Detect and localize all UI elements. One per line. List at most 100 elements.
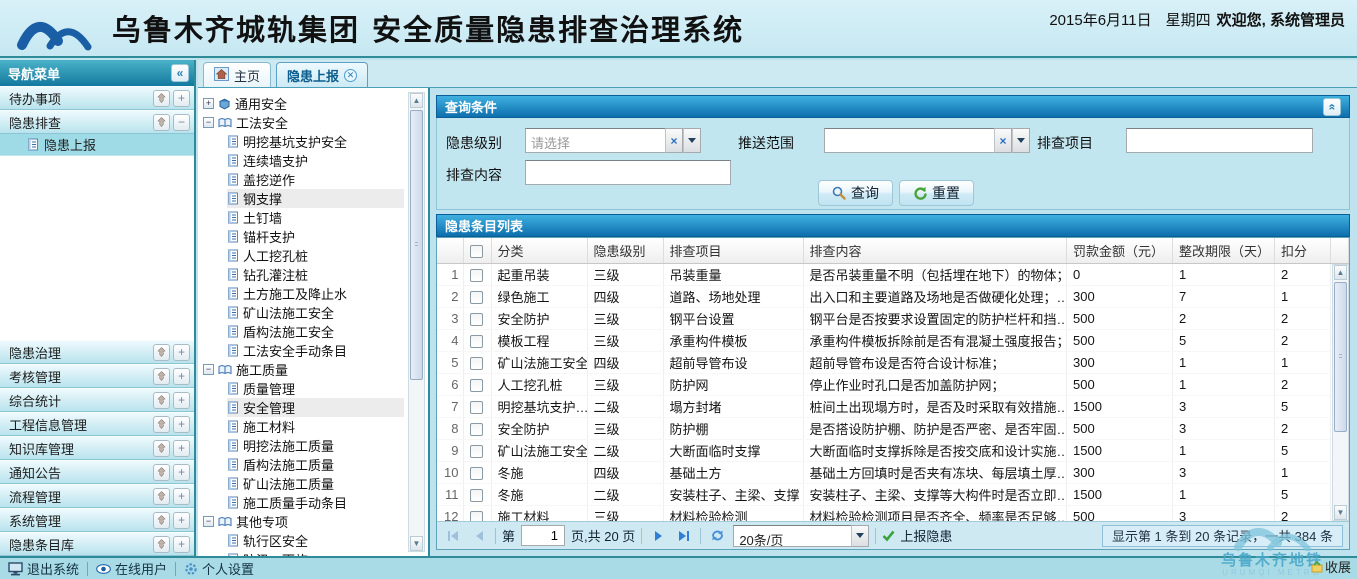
tree-item[interactable]: 人工挖孔桩 <box>227 246 404 265</box>
row-checkbox[interactable] <box>470 467 483 480</box>
tree-item[interactable]: 盾构法施工安全 <box>227 322 404 341</box>
panel-collapse-button[interactable]: « <box>1323 98 1341 116</box>
row-checkbox[interactable] <box>470 313 483 326</box>
close-icon[interactable]: ✕ <box>344 69 357 82</box>
tree-item[interactable]: 质量管理 <box>227 379 404 398</box>
sidebar-item[interactable]: 综合统计+ <box>0 388 194 412</box>
page-number-input[interactable] <box>521 525 565 546</box>
tab-hazard-report[interactable]: 隐患上报 ✕ <box>276 62 368 87</box>
sidebar-item[interactable]: 流程管理+ <box>0 484 194 508</box>
page-size-select[interactable]: 20条/页 <box>733 525 869 547</box>
tree-group[interactable]: +通用安全 <box>203 94 404 113</box>
level-combobox[interactable]: 请选择 × <box>525 128 701 153</box>
sidebar-item[interactable]: 知识库管理+ <box>0 436 194 460</box>
tree-item[interactable]: 土钉墙 <box>227 208 404 227</box>
row-checkbox[interactable] <box>470 511 483 521</box>
sidebar-subitem-hazard-report[interactable]: 隐患上报 <box>0 134 194 156</box>
pin-icon[interactable] <box>153 114 170 131</box>
pin-icon[interactable] <box>153 344 170 361</box>
clear-icon[interactable]: × <box>994 128 1012 153</box>
pin-icon[interactable] <box>153 464 170 481</box>
pin-icon[interactable] <box>153 416 170 433</box>
pin-icon[interactable] <box>153 536 170 553</box>
reset-button[interactable]: 重置 <box>899 180 974 206</box>
collapse-icon[interactable]: − <box>203 117 214 128</box>
row-checkbox[interactable] <box>470 269 483 282</box>
row-checkbox[interactable] <box>470 379 483 392</box>
tab-home[interactable]: 主页 <box>203 62 271 87</box>
row-checkbox[interactable] <box>470 423 483 436</box>
clear-icon[interactable]: × <box>665 128 683 153</box>
row-checkbox[interactable] <box>470 445 483 458</box>
expand-button[interactable]: + <box>173 464 190 481</box>
project-input[interactable] <box>1126 128 1313 153</box>
scroll-up-icon[interactable]: ▲ <box>1334 265 1347 280</box>
tree-item[interactable]: 土方施工及降止水 <box>227 284 404 303</box>
personal-settings-button[interactable]: 个人设置 <box>184 559 254 578</box>
expand-button[interactable]: + <box>173 512 190 529</box>
row-checkbox[interactable] <box>470 401 483 414</box>
pin-icon[interactable] <box>153 440 170 457</box>
pin-icon[interactable] <box>153 512 170 529</box>
tree-item[interactable]: 矿山法施工质量 <box>227 474 404 493</box>
sidebar-item[interactable]: 通知公告+ <box>0 460 194 484</box>
collapse-icon[interactable]: − <box>203 364 214 375</box>
push-scope-combobox[interactable]: × <box>824 128 1030 153</box>
sidebar-item-todo[interactable]: 待办事项 + <box>0 86 194 110</box>
row-checkbox[interactable] <box>470 489 483 502</box>
content-input[interactable] <box>525 160 731 185</box>
sidebar-item-hazard-check[interactable]: 隐患排查 − <box>0 110 194 134</box>
tree-item[interactable]: 盖挖逆作 <box>227 170 404 189</box>
push-scope-value[interactable] <box>824 128 994 153</box>
chevron-down-icon[interactable] <box>1012 128 1030 153</box>
scrollbar-thumb[interactable] <box>410 110 423 380</box>
collapse-expand-button[interactable]: 收展 <box>1311 557 1351 576</box>
tree-item[interactable]: 矿山法施工安全 <box>227 303 404 322</box>
scrollbar-thumb[interactable] <box>1334 282 1347 432</box>
scroll-down-icon[interactable]: ▼ <box>410 536 423 551</box>
tree-item[interactable]: 施工质量手动条目 <box>227 493 404 512</box>
first-page-button[interactable] <box>443 526 463 546</box>
sidebar-item[interactable]: 考核管理+ <box>0 364 194 388</box>
prev-page-button[interactable] <box>469 526 489 546</box>
expand-button[interactable]: + <box>173 488 190 505</box>
pin-icon[interactable] <box>153 368 170 385</box>
pin-icon[interactable] <box>153 392 170 409</box>
expand-button[interactable]: + <box>173 392 190 409</box>
tree-item[interactable]: 工法安全手动条目 <box>227 341 404 360</box>
sidebar-item[interactable]: 工程信息管理+ <box>0 412 194 436</box>
row-checkbox[interactable] <box>470 291 483 304</box>
expand-button[interactable]: + <box>173 416 190 433</box>
collapse-button[interactable]: − <box>173 114 190 131</box>
expand-button[interactable]: + <box>173 368 190 385</box>
scroll-down-icon[interactable]: ▼ <box>1334 505 1347 520</box>
tree-item[interactable]: 连续墙支护 <box>227 151 404 170</box>
refresh-icon[interactable] <box>707 526 727 546</box>
sidebar-item[interactable]: 隐患条目库+ <box>0 532 194 556</box>
collapse-icon[interactable]: − <box>203 516 214 527</box>
tree-scrollbar[interactable]: ▲ ▼ <box>408 92 425 552</box>
tree-item[interactable]: 轨行区安全 <box>227 531 404 550</box>
row-checkbox[interactable] <box>470 335 483 348</box>
online-users-button[interactable]: 在线用户 <box>96 559 167 578</box>
select-all-checkbox[interactable] <box>470 245 483 258</box>
pin-icon[interactable] <box>153 90 170 107</box>
level-value[interactable]: 请选择 <box>525 128 665 153</box>
next-page-button[interactable] <box>648 526 668 546</box>
expand-button[interactable]: + <box>173 536 190 553</box>
sidebar-collapse-button[interactable]: « <box>171 64 189 82</box>
search-button[interactable]: 查询 <box>818 180 893 206</box>
tree-group[interactable]: −施工质量 <box>203 360 404 379</box>
expand-icon[interactable]: + <box>203 98 214 109</box>
report-hazard-button[interactable]: 上报隐患 <box>882 526 952 545</box>
logout-button[interactable]: 退出系统 <box>8 559 79 578</box>
row-checkbox[interactable] <box>470 357 483 370</box>
sidebar-item[interactable]: 系统管理+ <box>0 508 194 532</box>
tree-group[interactable]: −工法安全 <box>203 113 404 132</box>
chevron-down-icon[interactable] <box>851 525 869 547</box>
scroll-up-icon[interactable]: ▲ <box>410 93 423 108</box>
sidebar-item[interactable]: 隐患治理+ <box>0 340 194 364</box>
page-size-value[interactable]: 20条/页 <box>733 525 851 547</box>
expand-button[interactable]: + <box>173 344 190 361</box>
tree-item[interactable]: 施工材料 <box>227 417 404 436</box>
